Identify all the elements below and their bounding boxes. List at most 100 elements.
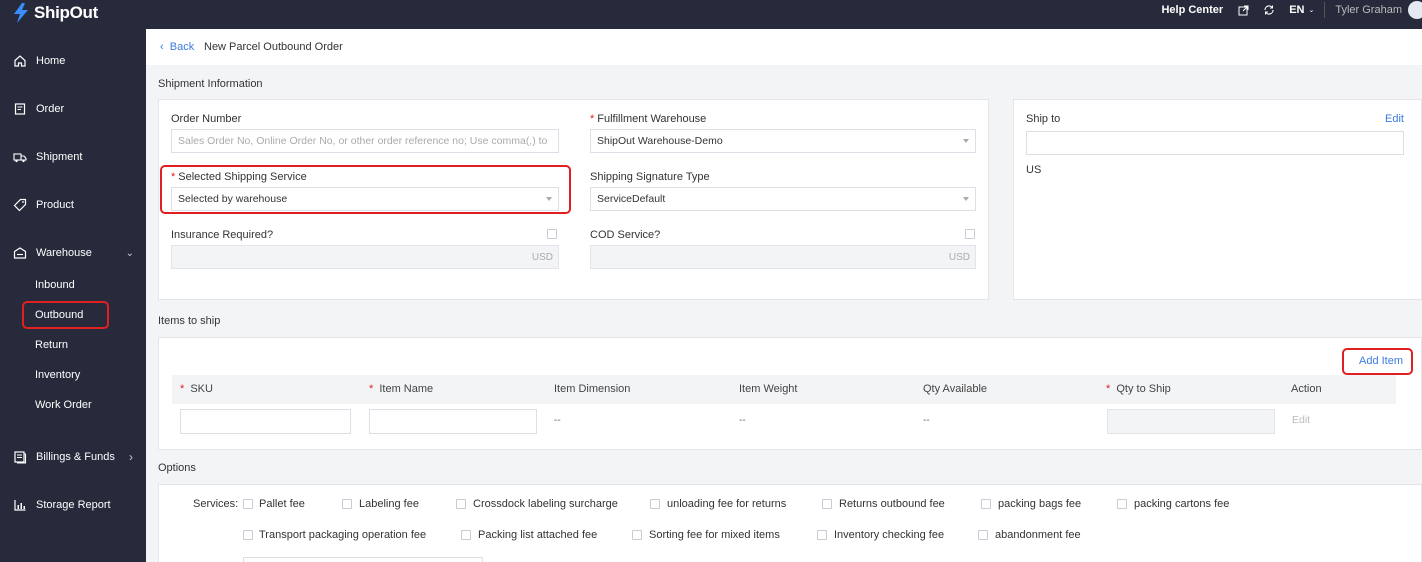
sidebar-item-billings[interactable]: Billings & Funds › — [0, 447, 146, 467]
service-option[interactable]: Labeling fee — [359, 498, 419, 510]
col-sku: * SKU — [180, 383, 213, 395]
option-field[interactable] — [243, 557, 483, 562]
service-checkbox[interactable] — [822, 499, 832, 509]
sidebar-item-storage-report[interactable]: Storage Report — [0, 495, 146, 515]
highlight-add-item — [1342, 348, 1413, 375]
cod-amount-input: USD — [590, 245, 976, 269]
fulfillment-warehouse-select[interactable]: ShipOut Warehouse-Demo — [590, 129, 976, 153]
sidebar-sub-return[interactable]: Return — [35, 339, 68, 351]
signature-type-select[interactable]: ServiceDefault — [590, 187, 976, 211]
ship-to-card: Ship to Edit US — [1013, 99, 1422, 300]
service-option[interactable]: abandonment fee — [995, 529, 1081, 541]
sidebar-item-label: Shipment — [36, 151, 83, 163]
fulfillment-warehouse-label: * Fulfillment Warehouse — [590, 113, 707, 125]
currency-suffix: USD — [948, 251, 970, 263]
service-checkbox[interactable] — [817, 530, 827, 540]
service-option[interactable]: Returns outbound fee — [839, 498, 945, 510]
shipment-info-card: Order Number Sales Order No, Online Orde… — [158, 99, 989, 300]
sku-input[interactable] — [180, 409, 351, 434]
sidebar-item-label: Storage Report — [36, 499, 111, 511]
service-checkbox[interactable] — [461, 530, 471, 540]
service-option[interactable]: Sorting fee for mixed items — [649, 529, 780, 541]
help-center-link[interactable]: Help Center — [1161, 4, 1223, 16]
language-selector[interactable]: EN — [1289, 4, 1304, 16]
col-item-name: * Item Name — [369, 383, 434, 395]
highlight-shipping-service — [160, 165, 571, 214]
order-number-input[interactable]: Sales Order No, Online Order No, or othe… — [171, 129, 559, 153]
item-weight-value: -- — [739, 415, 746, 426]
service-checkbox[interactable] — [650, 499, 660, 509]
service-checkbox[interactable] — [243, 530, 253, 540]
items-card: Add Item * SKU * Item Name Item Dimensio… — [158, 337, 1422, 450]
services-label: Services: — [193, 498, 239, 510]
insurance-checkbox[interactable] — [547, 229, 557, 239]
service-option[interactable]: Transport packaging operation fee — [259, 529, 426, 541]
service-checkbox[interactable] — [981, 499, 991, 509]
sidebar: Home Order Shipment Product Warehouse ⌄ … — [0, 29, 146, 562]
sidebar-item-warehouse[interactable]: Warehouse ⌄ — [0, 243, 146, 263]
chevron-down-icon — [963, 197, 969, 201]
sidebar-item-home[interactable]: Home — [0, 51, 146, 71]
qty-to-ship-input[interactable] — [1107, 409, 1275, 434]
cod-checkbox[interactable] — [965, 229, 975, 239]
chevron-down-icon: ⌄ — [125, 247, 134, 259]
sidebar-item-product[interactable]: Product — [0, 195, 146, 215]
sidebar-item-label: Home — [36, 55, 66, 67]
sidebar-sub-inventory[interactable]: Inventory — [35, 369, 80, 381]
brand-logo[interactable]: ShipOut — [12, 2, 98, 24]
top-bar: ShipOut Help Center EN ⌄ Tyler Graham — [0, 0, 1422, 29]
cod-label: COD Service? — [590, 229, 661, 241]
sidebar-item-label: Warehouse — [36, 247, 92, 259]
chevron-right-icon: › — [129, 450, 133, 464]
service-option[interactable]: Pallet fee — [259, 498, 305, 510]
page-title: New Parcel Outbound Order — [204, 41, 343, 53]
warehouse-icon — [13, 247, 27, 259]
service-option[interactable]: Packing list attached fee — [478, 529, 597, 541]
ship-to-address-field[interactable] — [1026, 131, 1404, 155]
service-option[interactable]: packing cartons fee — [1134, 498, 1229, 510]
item-dimension-value: -- — [554, 415, 561, 426]
col-qty-available: Qty Available — [923, 383, 988, 395]
col-action: Action — [1291, 383, 1322, 395]
sidebar-sub-work-order[interactable]: Work Order — [35, 399, 92, 411]
col-item-weight: Item Weight — [739, 383, 798, 395]
external-link-icon[interactable] — [1237, 4, 1249, 16]
brand-name: ShipOut — [34, 3, 98, 22]
chevron-down-icon[interactable]: ⌄ — [1308, 6, 1314, 14]
service-option[interactable]: packing bags fee — [998, 498, 1081, 510]
shipment-info-title: Shipment Information — [158, 78, 263, 90]
service-checkbox[interactable] — [342, 499, 352, 509]
options-title: Options — [158, 462, 196, 474]
service-option[interactable]: Crossdock labeling surcharge — [473, 498, 618, 510]
service-checkbox[interactable] — [632, 530, 642, 540]
back-link[interactable]: ‹ Back — [160, 41, 194, 53]
insurance-label: Insurance Required? — [171, 229, 274, 241]
col-qty-to-ship: * Qty to Ship — [1106, 383, 1171, 395]
sidebar-item-shipment[interactable]: Shipment — [0, 147, 146, 167]
tag-icon — [13, 198, 27, 212]
service-checkbox[interactable] — [1117, 499, 1127, 509]
sidebar-item-order[interactable]: Order — [0, 99, 146, 119]
row-edit-action[interactable]: Edit — [1292, 414, 1310, 426]
billing-icon — [14, 451, 27, 464]
service-option[interactable]: unloading fee for returns — [667, 498, 786, 510]
user-name[interactable]: Tyler Graham — [1335, 4, 1402, 16]
item-name-input[interactable] — [369, 409, 537, 434]
ship-to-country: US — [1026, 164, 1042, 176]
sidebar-sub-inbound[interactable]: Inbound — [35, 279, 75, 291]
avatar[interactable] — [1408, 1, 1422, 19]
options-card: Services: Pallet fee Labeling fee Crossd… — [158, 484, 1422, 562]
truck-icon — [13, 153, 27, 163]
highlight-outbound — [22, 301, 109, 329]
service-checkbox[interactable] — [978, 530, 988, 540]
items-table-header: * SKU * Item Name Item Dimension Item We… — [172, 375, 1396, 404]
service-checkbox[interactable] — [456, 499, 466, 509]
divider — [1324, 2, 1326, 18]
service-checkbox[interactable] — [243, 499, 253, 509]
sidebar-item-label: Order — [36, 103, 65, 115]
service-option[interactable]: Inventory checking fee — [834, 529, 944, 541]
ship-to-edit-link[interactable]: Edit — [1385, 113, 1404, 125]
home-icon — [14, 55, 26, 67]
refresh-icon[interactable] — [1263, 4, 1275, 16]
items-to-ship-title: Items to ship — [158, 315, 221, 327]
